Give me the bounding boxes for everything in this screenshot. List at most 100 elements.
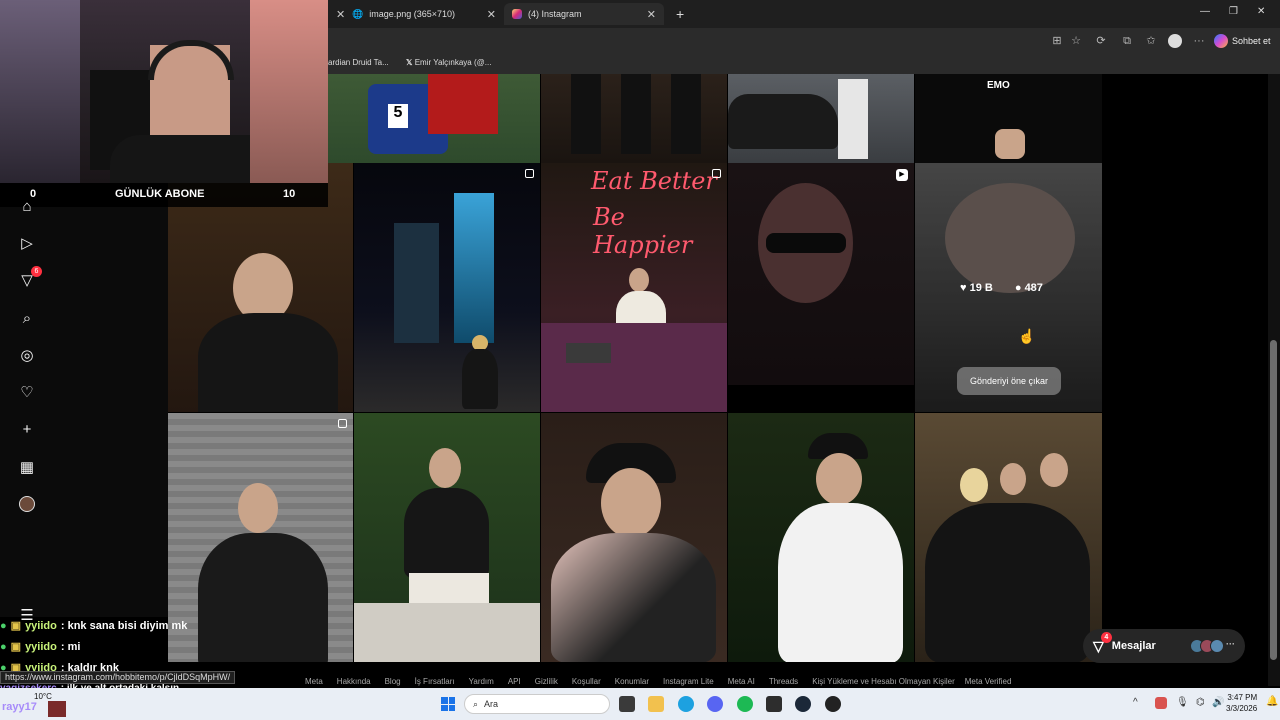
tab-instagram[interactable]: (4) Instagram ✕ <box>504 3 664 25</box>
promote-post-button[interactable]: Gönderiyi öne çıkar <box>957 367 1061 395</box>
post-tile[interactable] <box>354 163 540 412</box>
post-tile[interactable]: 5 <box>328 74 540 163</box>
restore-button[interactable]: ❐ <box>1229 6 1238 17</box>
task-view-icon[interactable] <box>619 696 635 712</box>
tray-chevron-icon[interactable]: ^ <box>1133 697 1138 708</box>
favorite-star-icon[interactable]: ☆ <box>1069 34 1083 48</box>
footer-link[interactable]: API <box>508 677 521 686</box>
post-tile[interactable]: ▶ <box>728 163 914 385</box>
favorites-icon[interactable]: ✩ <box>1144 34 1158 48</box>
create-icon[interactable]: + <box>18 420 36 438</box>
globe-icon: 🌐 <box>352 8 364 19</box>
footer-link[interactable]: Hakkında <box>337 677 371 686</box>
footer-link[interactable]: Meta <box>305 677 323 686</box>
daily-sub-counter: 0 GÜNLÜK ABONE 10 <box>0 183 328 207</box>
face-shape <box>1040 453 1068 487</box>
taskbar-search[interactable]: ⌕ Ara <box>464 694 610 714</box>
spotify-icon[interactable] <box>737 696 753 712</box>
sofa-shape <box>541 323 727 412</box>
discord-icon[interactable] <box>707 696 723 712</box>
bookmark-item[interactable]: ardian Druid Ta... <box>328 58 389 67</box>
terminal-icon[interactable] <box>766 696 782 712</box>
start-button[interactable] <box>441 697 455 711</box>
more-icon[interactable]: ··· <box>1192 34 1206 48</box>
post-tile[interactable]: EMO <box>915 74 1102 163</box>
close-window-button[interactable]: ✕ <box>1257 6 1265 17</box>
badge-icon: ▣ <box>10 620 22 632</box>
split-screen-icon[interactable]: ⧉ <box>1120 34 1134 48</box>
post-tile[interactable] <box>541 74 727 163</box>
footer-link[interactable]: Kişi Yükleme ve Hesabı Olmayan Kişiler <box>812 677 955 686</box>
carousel-icon <box>525 169 534 178</box>
post-tile[interactable] <box>728 74 914 163</box>
post-tile[interactable] <box>728 413 914 662</box>
bookmark-item[interactable]: 𝕏 Emir Yalçınkaya (@... <box>406 58 491 67</box>
messages-button[interactable]: ▽ 4 Mesajlar ··· <box>1083 629 1245 663</box>
notifications-heart-icon[interactable]: ♡ <box>18 383 36 401</box>
reels-icon[interactable]: ▷ <box>18 234 36 252</box>
app-available-icon[interactable]: ⊞ <box>1050 34 1064 48</box>
chat-user: yyiido <box>25 640 57 653</box>
x-logo-icon: 𝕏 <box>406 58 413 67</box>
minimize-button[interactable]: — <box>1200 6 1210 17</box>
chat-message: ● ▣ yyiido : knk sana bisi diyim mk <box>0 615 330 636</box>
footer-link[interactable]: Yardım <box>469 677 494 686</box>
sub-counter-goal: 10 <box>283 188 296 200</box>
explore-icon[interactable]: ◎ <box>18 346 36 364</box>
steam-icon[interactable] <box>795 696 811 712</box>
post-tile[interactable] <box>915 413 1102 662</box>
footer-link[interactable]: İş Fırsatları <box>415 677 455 686</box>
footer-link[interactable]: Instagram Lite <box>663 677 714 686</box>
taskbar-clock[interactable]: 3:47 PM 3/3/2026 <box>1226 692 1257 714</box>
extensions-icon[interactable]: ⟳ <box>1094 34 1108 48</box>
carousel-icon <box>338 419 347 428</box>
file-explorer-icon[interactable] <box>648 696 664 712</box>
neon-sign-line2: Be Happier <box>593 203 693 259</box>
new-tab-button[interactable]: + <box>668 3 688 25</box>
direct-messages-icon[interactable]: ▽ 6 <box>18 266 42 289</box>
network-icon[interactable]: ⌬ <box>1196 697 1205 708</box>
post-tile[interactable]: Eat Better Be Happier <box>541 163 727 412</box>
close-icon[interactable]: ✕ <box>487 8 496 21</box>
face-shape <box>816 453 862 505</box>
stream-chat: ● ▣ yyiido : knk sana bisi diyim mk ● ▣ … <box>0 615 330 699</box>
obs-icon[interactable] <box>825 696 841 712</box>
weather-widget[interactable]: 10°C <box>34 692 52 701</box>
footer-link[interactable]: Meta Verified <box>965 677 1012 686</box>
scrollbar-thumb[interactable] <box>1270 340 1277 660</box>
copilot-button[interactable]: Sohbet et <box>1214 32 1271 50</box>
notification-center-icon[interactable]: 🔔 <box>1266 696 1278 707</box>
profile-avatar-icon[interactable] <box>18 495 36 513</box>
home-icon[interactable]: ⌂ <box>18 197 36 215</box>
post-tile[interactable] <box>354 413 540 662</box>
footer-link[interactable]: Koşullar <box>572 677 601 686</box>
profile-icon[interactable] <box>1168 34 1182 48</box>
footer-link[interactable]: Gizlilik <box>535 677 558 686</box>
person-shape <box>838 79 868 159</box>
sunglasses-shape <box>766 233 846 253</box>
puffer-jacket-shape <box>778 503 903 662</box>
likes-stat: ♥ 19 B <box>960 282 993 294</box>
footer-link[interactable]: Meta AI <box>728 677 755 686</box>
volume-icon[interactable]: 🔊 <box>1212 697 1224 708</box>
tab-label: image.png (365×710) <box>369 9 456 19</box>
edge-icon[interactable] <box>678 696 694 712</box>
footer-link[interactable]: Blog <box>385 677 401 686</box>
body-shape <box>462 349 498 409</box>
tab-close-previous[interactable]: ✕ <box>328 3 345 25</box>
legs-shape <box>621 74 651 154</box>
search-icon[interactable]: ⌕ <box>18 309 36 327</box>
footer-link[interactable]: Threads <box>769 677 798 686</box>
dashboard-icon[interactable]: ▦ <box>18 458 36 476</box>
bike-number-plate: 5 <box>388 104 408 128</box>
post-tile[interactable] <box>541 413 727 662</box>
chat-message: ● ▣ yyiido : mi <box>0 636 330 657</box>
mod-icon: ● <box>0 619 7 632</box>
close-icon[interactable]: ✕ <box>647 8 656 21</box>
footer-link[interactable]: Konumlar <box>615 677 649 686</box>
face-shape <box>601 468 661 538</box>
tray-app-icon[interactable] <box>1155 697 1167 709</box>
microphone-icon[interactable]: 🎙 <box>1176 697 1189 708</box>
comments-stat: ● 487 <box>1014 282 1043 294</box>
tab-image[interactable]: 🌐 image.png (365×710) ✕ <box>344 3 504 25</box>
